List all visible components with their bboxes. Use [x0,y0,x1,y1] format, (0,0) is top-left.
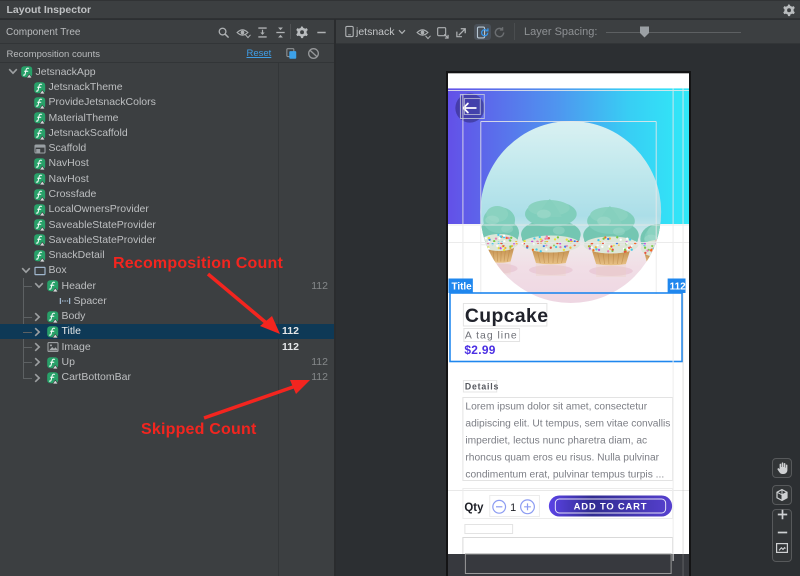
svg-text:condimentum erat, pulvinar tem: condimentum erat, pulvinar tempus turpis… [465,469,664,480]
svg-text:$2.99: $2.99 [464,343,495,357]
svg-text:ADD TO CART: ADD TO CART [573,501,647,512]
svg-text:rhoncus quam eros eu risus. Nu: rhoncus quam eros eu risus. Nulla pulvin… [465,452,659,463]
svg-text:Title: Title [451,281,472,292]
svg-text:Lorem ipsum dolor sit amet, co: Lorem ipsum dolor sit amet, consectetur [465,401,647,412]
svg-text:adipiscing elit. Ut tempus, se: adipiscing elit. Ut tempus, sem vitae co… [465,418,670,429]
svg-text:112: 112 [669,281,685,292]
svg-text:A tag line: A tag line [464,330,517,341]
svg-text:Details: Details [464,381,498,391]
svg-text:imperdiet, lectus nunc pharetr: imperdiet, lectus nunc pharetra diam, ac [465,435,647,446]
svg-text:Cupcake: Cupcake [464,305,548,327]
svg-text:1: 1 [510,502,516,514]
svg-text:Qty: Qty [464,502,484,514]
